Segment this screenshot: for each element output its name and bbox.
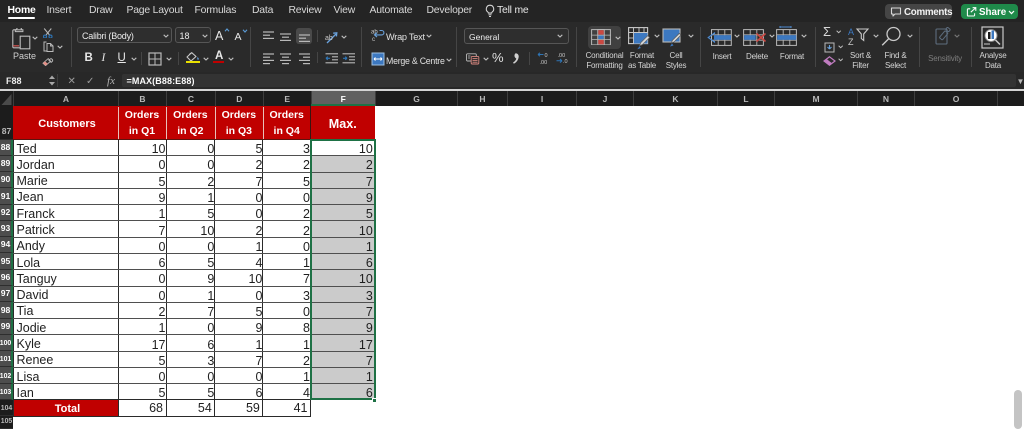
svg-text:.0: .0 — [563, 59, 568, 64]
svg-text:c: c — [372, 37, 375, 42]
svg-text:Z: Z — [848, 37, 854, 47]
svg-text:ab: ab — [325, 35, 333, 42]
svg-text:.00: .00 — [540, 59, 548, 63]
svg-text:0: 0 — [545, 53, 548, 59]
svg-text:A: A — [848, 27, 854, 37]
